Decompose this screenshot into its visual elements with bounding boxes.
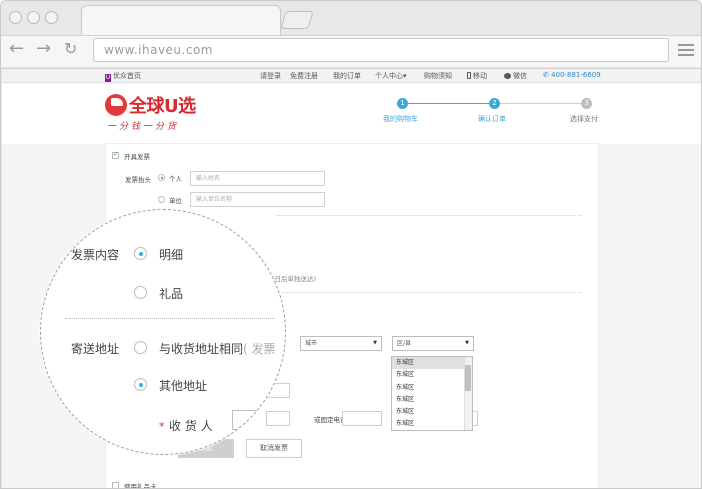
district-option[interactable]: 东城区	[392, 406, 472, 418]
chevron-down-icon: ▾	[403, 72, 407, 80]
checkout-progress: 1 2 3 我的购物车 确认订单 选择支付	[382, 98, 612, 128]
open-invoice-checkbox[interactable]	[112, 150, 119, 159]
cancel-invoice-button[interactable]: 取消发票	[246, 439, 302, 458]
city-select-value: 城市	[305, 340, 318, 347]
hotline: ✆ 400-881-6609	[543, 71, 601, 79]
section-divider-2	[276, 292, 582, 293]
gift-option-label: 礼品	[159, 287, 184, 301]
step-1-dot: 1	[397, 98, 408, 109]
browser-tab[interactable]	[81, 5, 281, 35]
brand-name: 全球U选	[129, 96, 196, 117]
select-arrow-icon: ▼	[373, 340, 377, 346]
district-option[interactable]: 东城区	[392, 382, 472, 394]
airplane-logo-icon	[105, 94, 127, 116]
progress-line-done	[402, 103, 494, 104]
mobile-label: 移动	[473, 72, 487, 80]
company-name-input[interactable]: 输入单位名称	[190, 192, 325, 207]
invoice-title-label: 发票抬头	[125, 176, 151, 184]
step-2-label: 确认订单	[478, 115, 506, 123]
brand-slogan: 一分钱一分货	[107, 122, 180, 132]
district-option[interactable]: 东城区	[392, 394, 472, 406]
hamburger-menu-icon[interactable]	[678, 44, 694, 56]
detail-radio[interactable]	[134, 247, 147, 260]
window-maximize-button[interactable]	[45, 11, 58, 24]
step-3-dot: 3	[581, 98, 592, 109]
company-radio-label: 单位	[169, 197, 182, 205]
forward-arrow-icon[interactable]: →	[36, 39, 51, 59]
wechat-link[interactable]: 微信	[504, 71, 527, 81]
district-option[interactable]: 东城区	[392, 357, 472, 370]
other-address-radio[interactable]	[134, 378, 147, 391]
detail-option-label: 明细	[159, 248, 184, 262]
checkout-header: 全球U选 一分钱一分货 1 2 3 我的购物车 确认订单 选择支付	[2, 84, 701, 144]
home-link[interactable]: U 优众首页	[105, 71, 141, 82]
other-address-option-label: 其他地址	[159, 379, 208, 393]
personal-radio-label: 个人	[169, 175, 182, 183]
register-link[interactable]: 免费注册	[290, 71, 318, 81]
web-page: U 优众首页 请登录 免费注册 我的订单 个人中心▾ 购物须知 移动 微信 ✆ 4…	[2, 69, 701, 489]
recipient-input-zoomed[interactable]	[232, 410, 285, 430]
shopping-guide-link[interactable]: 购物须知	[424, 71, 452, 81]
zoom-divider	[65, 318, 275, 319]
open-invoice-label: 开具发票	[124, 153, 150, 161]
step-3-label: 选择支付	[570, 115, 598, 123]
address-bar[interactable]: www.ihaveu.com	[93, 38, 669, 62]
my-orders-link[interactable]: 我的订单	[333, 71, 361, 81]
home-link-label: 优众首页	[113, 72, 141, 80]
login-link[interactable]: 请登录	[260, 71, 281, 81]
mobile-link[interactable]: 移动	[467, 71, 487, 81]
window-minimize-button[interactable]	[27, 11, 40, 24]
step-1-label: 我的购物车	[383, 115, 418, 123]
gift-card-label: 使用礼品卡	[124, 483, 157, 489]
telephone-icon: ✆	[543, 71, 549, 79]
invoice-delivery-hint: (日后单独送达)	[272, 275, 317, 283]
same-address-note: ( 发票	[243, 342, 276, 356]
gift-card-checkbox[interactable]	[112, 482, 119, 488]
delivery-address-label: 寄送地址	[71, 342, 120, 356]
back-arrow-icon[interactable]: ←	[9, 39, 24, 59]
browser-window: ← → ↻ www.ihaveu.com U 优众首页 请登录 免费注册 我的订单…	[0, 0, 702, 489]
scrollbar-thumb[interactable]	[465, 365, 471, 391]
district-dropdown-list[interactable]: 东城区 东城区 东城区 东城区 东城区 东城区	[391, 356, 473, 431]
personal-name-input[interactable]: 输入姓名	[190, 171, 325, 186]
select-arrow-icon: ▼	[465, 340, 469, 346]
wechat-icon	[504, 73, 511, 79]
district-select-value: 区/县	[397, 340, 412, 347]
step-2-dot: 2	[489, 98, 500, 109]
wechat-label: 微信	[513, 72, 527, 80]
invoice-content-label: 发票内容	[71, 248, 120, 262]
city-select[interactable]: 城市 ▼	[300, 336, 382, 351]
progress-line-pending	[499, 103, 587, 104]
same-address-option-label: 与收货地址相同( 发票	[159, 340, 276, 357]
phone-icon	[467, 72, 471, 79]
personal-radio[interactable]	[158, 174, 165, 181]
ihaveu-logo-icon: U	[105, 74, 111, 82]
browser-chrome: ← → ↻ www.ihaveu.com	[1, 1, 701, 69]
district-option[interactable]: 东城区	[392, 369, 472, 381]
reload-icon[interactable]: ↻	[64, 39, 77, 59]
zoom-magnifier: 发票内容 明细 礼品 寄送地址 与收货地址相同( 发票 其他地址 * 收 货 人	[40, 209, 286, 455]
dropdown-scrollbar[interactable]	[464, 357, 472, 430]
recipient-label: 收 货 人	[169, 419, 213, 433]
same-address-text: 与收货地址相同	[159, 342, 244, 356]
window-close-button[interactable]	[9, 11, 22, 24]
site-topbar: U 优众首页 请登录 免费注册 我的订单 个人中心▾ 购物须知 移动 微信 ✆ 4…	[2, 69, 701, 83]
same-address-radio[interactable]	[134, 341, 147, 354]
required-asterisk: *	[159, 420, 165, 433]
new-tab-button[interactable]	[280, 11, 314, 29]
district-select[interactable]: 区/县 ▼	[392, 336, 474, 351]
district-option[interactable]: 东城区	[392, 418, 472, 430]
gift-radio[interactable]	[134, 286, 147, 299]
company-radio[interactable]	[158, 196, 165, 203]
section-divider	[276, 215, 582, 216]
personal-center-label: 个人中心	[375, 72, 403, 80]
personal-center-menu[interactable]: 个人中心▾	[375, 71, 407, 81]
landline-area-input[interactable]	[342, 411, 382, 426]
hotline-number: 400-881-6609	[551, 71, 601, 79]
